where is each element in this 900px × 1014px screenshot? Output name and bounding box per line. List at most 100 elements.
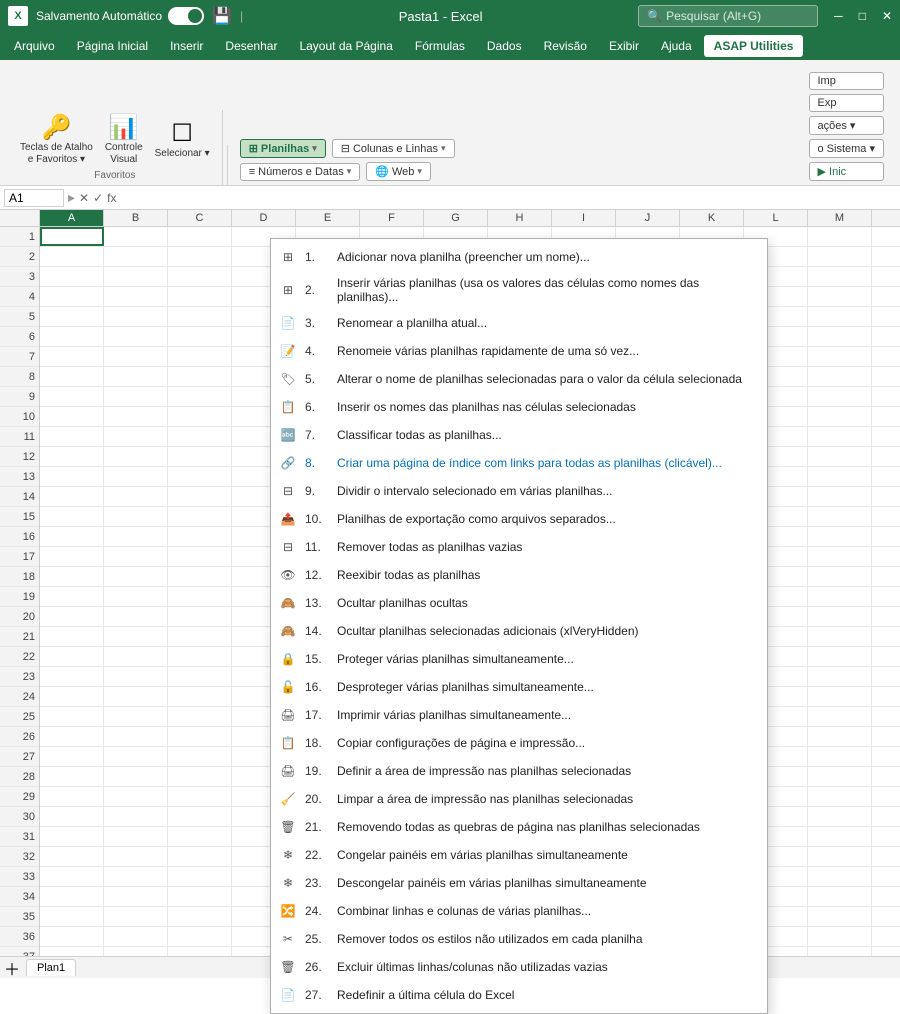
cell-A4[interactable] — [40, 287, 104, 306]
cell-B20[interactable] — [104, 607, 168, 626]
cell-A36[interactable] — [40, 927, 104, 946]
cell-B27[interactable] — [104, 747, 168, 766]
btn-teclas-atalho[interactable]: 🔑 Teclas de Atalhoe Favoritos ▾ — [16, 114, 97, 168]
cell-M3[interactable] — [808, 267, 872, 286]
menu-item-27[interactable]: 📄27.Redefinir a última célula do Excel — [271, 981, 767, 1009]
cell-M33[interactable] — [808, 867, 872, 886]
window-maximize[interactable]: □ — [859, 9, 866, 23]
new-sheet-btn[interactable]: ＋ — [4, 956, 20, 980]
cell-M19[interactable] — [808, 587, 872, 606]
cell-M2[interactable] — [808, 247, 872, 266]
menu-item-10[interactable]: 📤10.Planilhas de exportação como arquivo… — [271, 505, 767, 533]
cell-A28[interactable] — [40, 767, 104, 786]
menu-asap[interactable]: ASAP Utilities — [704, 35, 804, 57]
cell-C33[interactable] — [168, 867, 232, 886]
cell-C2[interactable] — [168, 247, 232, 266]
cell-B11[interactable] — [104, 427, 168, 446]
cell-A27[interactable] — [40, 747, 104, 766]
cell-C20[interactable] — [168, 607, 232, 626]
cell-B19[interactable] — [104, 587, 168, 606]
save-icon[interactable]: 💾 — [212, 6, 232, 26]
cell-A19[interactable] — [40, 587, 104, 606]
cell-C12[interactable] — [168, 447, 232, 466]
btn-exp[interactable]: Exp — [809, 94, 885, 112]
cell-M28[interactable] — [808, 767, 872, 786]
menu-item-24[interactable]: 🔀24.Combinar linhas e colunas de várias … — [271, 897, 767, 925]
cell-B29[interactable] — [104, 787, 168, 806]
cell-C1[interactable] — [168, 227, 232, 246]
cell-A35[interactable] — [40, 907, 104, 926]
cell-C36[interactable] — [168, 927, 232, 946]
cell-C15[interactable] — [168, 507, 232, 526]
cell-A24[interactable] — [40, 687, 104, 706]
cell-A15[interactable] — [40, 507, 104, 526]
cell-B24[interactable] — [104, 687, 168, 706]
cell-B25[interactable] — [104, 707, 168, 726]
btn-imp[interactable]: Imp — [809, 72, 885, 90]
dropdown-menu[interactable]: ⊞1.Adicionar nova planilha (preencher um… — [270, 238, 768, 1014]
cell-C6[interactable] — [168, 327, 232, 346]
cell-N11[interactable] — [872, 427, 900, 446]
cell-M14[interactable] — [808, 487, 872, 506]
cell-N4[interactable] — [872, 287, 900, 306]
cell-C7[interactable] — [168, 347, 232, 366]
cell-B3[interactable] — [104, 267, 168, 286]
menu-item-2[interactable]: ⊞2.Inserir várias planilhas (usa os valo… — [271, 271, 767, 309]
menu-item-15[interactable]: 🔒15.Proteger várias planilhas simultanea… — [271, 645, 767, 673]
window-close[interactable]: ✕ — [882, 9, 892, 23]
formula-insert-fn[interactable]: fx — [107, 191, 116, 205]
cell-M10[interactable] — [808, 407, 872, 426]
cell-C21[interactable] — [168, 627, 232, 646]
cell-N14[interactable] — [872, 487, 900, 506]
menu-item-19[interactable]: 🖨19.Definir a área de impressão nas plan… — [271, 757, 767, 785]
cell-B12[interactable] — [104, 447, 168, 466]
cell-N25[interactable] — [872, 707, 900, 726]
cell-M13[interactable] — [808, 467, 872, 486]
cell-C19[interactable] — [168, 587, 232, 606]
cell-N8[interactable] — [872, 367, 900, 386]
cell-M32[interactable] — [808, 847, 872, 866]
cell-N2[interactable] — [872, 247, 900, 266]
formula-input[interactable] — [121, 191, 897, 205]
cell-A2[interactable] — [40, 247, 104, 266]
menu-item-3[interactable]: 📄3.Renomear a planilha atual... — [271, 309, 767, 337]
cell-B33[interactable] — [104, 867, 168, 886]
menu-item-11[interactable]: ⊟11.Remover todas as planilhas vazias — [271, 533, 767, 561]
cell-A26[interactable] — [40, 727, 104, 746]
menu-revisao[interactable]: Revisão — [534, 35, 597, 57]
cell-B7[interactable] — [104, 347, 168, 366]
menu-desenhar[interactable]: Desenhar — [215, 35, 287, 57]
cell-B16[interactable] — [104, 527, 168, 546]
cell-M24[interactable] — [808, 687, 872, 706]
menu-item-23[interactable]: ❄23.Descongelar painéis em várias planil… — [271, 869, 767, 897]
cell-M16[interactable] — [808, 527, 872, 546]
cell-C17[interactable] — [168, 547, 232, 566]
cell-N26[interactable] — [872, 727, 900, 746]
menu-ajuda[interactable]: Ajuda — [651, 35, 702, 57]
cell-A5[interactable] — [40, 307, 104, 326]
cell-C8[interactable] — [168, 367, 232, 386]
cell-N6[interactable] — [872, 327, 900, 346]
cell-M6[interactable] — [808, 327, 872, 346]
menu-item-26[interactable]: 🗑26.Excluir últimas linhas/colunas não u… — [271, 953, 767, 981]
cell-M22[interactable] — [808, 647, 872, 666]
cell-B30[interactable] — [104, 807, 168, 826]
cell-M9[interactable] — [808, 387, 872, 406]
cell-C25[interactable] — [168, 707, 232, 726]
cell-A16[interactable] — [40, 527, 104, 546]
cell-B23[interactable] — [104, 667, 168, 686]
search-box[interactable]: 🔍 Pesquisar (Alt+G) — [638, 5, 818, 27]
cell-C3[interactable] — [168, 267, 232, 286]
cell-B21[interactable] — [104, 627, 168, 646]
cell-A14[interactable] — [40, 487, 104, 506]
menu-item-17[interactable]: 🖨17.Imprimir várias planilhas simultanea… — [271, 701, 767, 729]
cell-B31[interactable] — [104, 827, 168, 846]
cell-M11[interactable] — [808, 427, 872, 446]
sheet-tab-plan1[interactable]: Plan1 — [26, 959, 76, 976]
cell-N18[interactable] — [872, 567, 900, 586]
cell-M18[interactable] — [808, 567, 872, 586]
cell-C10[interactable] — [168, 407, 232, 426]
formula-cancel[interactable]: ✕ — [79, 191, 89, 205]
cell-M36[interactable] — [808, 927, 872, 946]
cell-C23[interactable] — [168, 667, 232, 686]
